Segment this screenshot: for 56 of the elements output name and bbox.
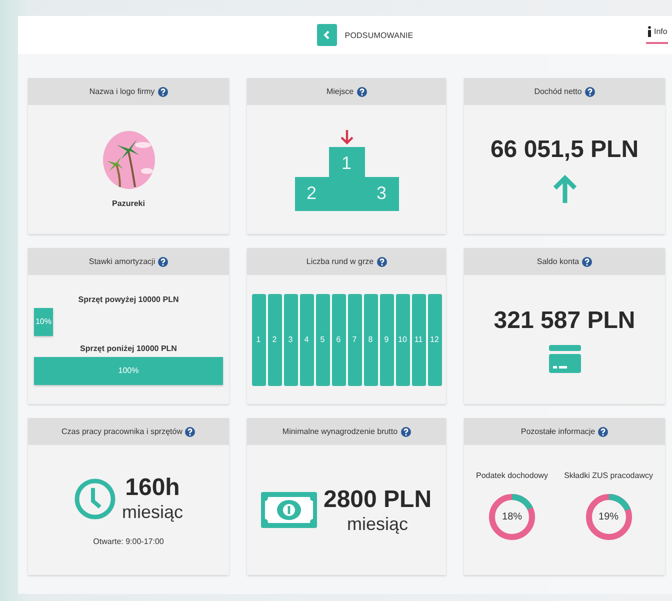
company-name: Pazureki bbox=[112, 199, 145, 208]
arrow-up-icon bbox=[552, 174, 578, 204]
info-icon bbox=[647, 26, 652, 37]
round-bar: 10 bbox=[396, 294, 410, 386]
card-title: Saldo konta bbox=[536, 257, 580, 266]
help-icon[interactable] bbox=[376, 256, 387, 266]
opening-hours: Otwarte: 9:00-17:00 bbox=[93, 537, 164, 546]
progress-bar: 10% bbox=[34, 308, 53, 336]
card-title: Miejsce bbox=[326, 87, 354, 96]
donut-label: Podatek dochodowy bbox=[476, 470, 548, 480]
stat-value: 2800 PLN bbox=[323, 486, 432, 514]
round-bar: 9 bbox=[380, 294, 394, 386]
amount: 66 051,5 PLN bbox=[490, 136, 639, 164]
rate-label: Sprzęt poniżej 10000 PLN bbox=[80, 344, 177, 352]
clock-icon bbox=[74, 478, 116, 520]
help-icon[interactable] bbox=[158, 86, 168, 96]
progress-bar: 100% bbox=[34, 356, 223, 384]
round-bar: 3 bbox=[284, 294, 298, 386]
amount: 321 587 PLN bbox=[494, 306, 636, 334]
help-icon[interactable] bbox=[356, 86, 367, 96]
help-icon[interactable] bbox=[185, 426, 196, 436]
stat-value: 160h bbox=[125, 474, 180, 502]
card-title: Minimalne wynagrodzenie brutto bbox=[282, 427, 398, 436]
help-icon[interactable] bbox=[158, 256, 168, 266]
round-bar: 6 bbox=[332, 294, 346, 386]
donut-label: Składki ZUS pracodawcy bbox=[564, 470, 653, 480]
page-title: PODSUMOWANIE bbox=[344, 30, 414, 40]
round-bar: 11 bbox=[412, 294, 426, 386]
card-title: Liczba rund w grze bbox=[306, 257, 374, 266]
round-bar: 7 bbox=[348, 294, 362, 386]
stat-unit: miesiąc bbox=[122, 502, 183, 523]
chevron-left-icon bbox=[322, 30, 332, 40]
round-bar: 2 bbox=[268, 294, 282, 386]
help-icon[interactable] bbox=[582, 256, 592, 266]
round-bar: 8 bbox=[364, 294, 378, 386]
card-title: Pozostałe informacje bbox=[520, 427, 596, 436]
credit-card-icon bbox=[548, 344, 580, 372]
podium-drawing: 2 1 3 bbox=[294, 146, 398, 210]
stat-unit: miesiąc bbox=[346, 514, 408, 534]
card-title: Nazwa i logo firmy bbox=[89, 87, 155, 96]
help-icon[interactable] bbox=[598, 426, 608, 436]
help-icon[interactable] bbox=[584, 86, 595, 96]
banknote-icon bbox=[261, 492, 318, 528]
round-bar: 5 bbox=[316, 294, 330, 386]
card-title: Czas pracy pracownika i sprzętów bbox=[62, 427, 182, 436]
donut-percent: 19% bbox=[598, 511, 619, 522]
round-bar: 4 bbox=[300, 294, 314, 386]
round-bar: 12 bbox=[428, 294, 442, 386]
card-title: Dochód netto bbox=[534, 87, 582, 96]
rate-label: Sprzęt powyżej 10000 PLN bbox=[78, 294, 179, 304]
info-tab[interactable]: Info bbox=[646, 26, 668, 44]
donut-percent: 18% bbox=[502, 511, 522, 522]
card-title: Stawki amortyzacji bbox=[88, 257, 156, 266]
help-icon[interactable] bbox=[400, 426, 411, 436]
arrow-down-icon bbox=[340, 128, 354, 144]
round-bar: 1 bbox=[252, 294, 266, 386]
